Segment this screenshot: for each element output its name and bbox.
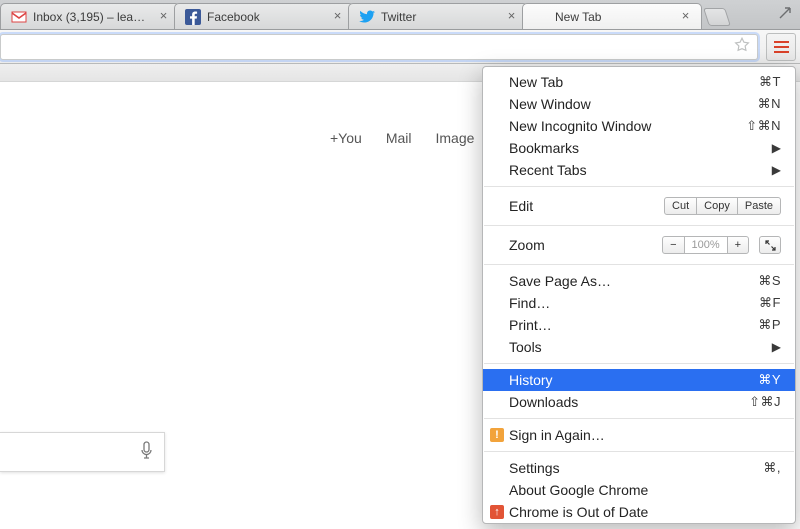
menu-tools[interactable]: Tools ▶ [483, 336, 795, 358]
menu-new-incognito[interactable]: New Incognito Window ⇧⌘N [483, 115, 795, 137]
blank-icon [533, 9, 549, 25]
tab-title: Twitter [381, 10, 498, 24]
microphone-icon[interactable] [139, 441, 154, 464]
menu-edit-row: Edit Cut Copy Paste [483, 192, 795, 220]
menu-downloads[interactable]: Downloads ⇧⌘J [483, 391, 795, 413]
close-icon[interactable]: × [504, 9, 519, 24]
update-icon: ↑ [489, 504, 505, 520]
new-tab-button[interactable] [703, 8, 731, 26]
close-icon[interactable]: × [330, 9, 345, 24]
menu-print[interactable]: Print… ⌘P [483, 314, 795, 336]
submenu-arrow-icon: ▶ [772, 163, 781, 177]
menu-bookmarks[interactable]: Bookmarks ▶ [483, 137, 795, 159]
submenu-arrow-icon: ▶ [772, 340, 781, 354]
chrome-menu-button[interactable] [766, 33, 796, 61]
nav-images[interactable]: Image [435, 130, 474, 146]
menu-separator [484, 451, 794, 452]
menu-find[interactable]: Find… ⌘F [483, 292, 795, 314]
menu-separator [484, 225, 794, 226]
google-search-box[interactable] [0, 432, 165, 472]
tab-facebook[interactable]: Facebook × [174, 3, 354, 29]
gmail-icon [11, 9, 27, 25]
toolbar [0, 30, 800, 64]
menu-history[interactable]: History ⌘Y [483, 369, 795, 391]
paste-button[interactable]: Paste [738, 197, 781, 215]
menu-save-as[interactable]: Save Page As… ⌘S [483, 270, 795, 292]
close-icon[interactable]: × [156, 9, 171, 24]
zoom-out-button[interactable]: − [662, 236, 684, 254]
tab-title: New Tab [555, 10, 672, 24]
cut-button[interactable]: Cut [664, 197, 697, 215]
menu-separator [484, 418, 794, 419]
facebook-icon [185, 9, 201, 25]
menu-separator [484, 264, 794, 265]
menu-recent-tabs[interactable]: Recent Tabs ▶ [483, 159, 795, 181]
menu-separator [484, 363, 794, 364]
warning-icon: ! [489, 427, 505, 443]
tab-title: Facebook [207, 10, 324, 24]
menu-zoom-row: Zoom − 100% + [483, 231, 795, 259]
nav-plus-you[interactable]: +You [330, 130, 362, 146]
tab-twitter[interactable]: Twitter × [348, 3, 528, 29]
menu-about[interactable]: About Google Chrome [483, 479, 795, 501]
zoom-value: 100% [685, 236, 727, 254]
menu-out-of-date[interactable]: ↑ Chrome is Out of Date [483, 501, 795, 523]
google-nav: +You Mail Image [330, 130, 474, 146]
maximize-icon[interactable] [774, 4, 796, 22]
tab-new[interactable]: New Tab × [522, 3, 702, 29]
menu-sign-in[interactable]: ! Sign in Again… [483, 424, 795, 446]
nav-mail[interactable]: Mail [386, 130, 412, 146]
menu-settings[interactable]: Settings ⌘, [483, 457, 795, 479]
chrome-menu: New Tab ⌘T New Window ⌘N New Incognito W… [482, 66, 796, 524]
twitter-icon [359, 9, 375, 25]
tab-title: Inbox (3,195) – lea… [33, 10, 150, 24]
close-icon[interactable]: × [678, 9, 693, 24]
edit-buttons: Cut Copy Paste [664, 197, 781, 215]
tab-gmail[interactable]: Inbox (3,195) – lea… × [0, 3, 180, 29]
submenu-arrow-icon: ▶ [772, 141, 781, 155]
tab-strip: Inbox (3,195) – lea… × Facebook × Twitte… [0, 0, 800, 30]
menu-separator [484, 186, 794, 187]
fullscreen-button[interactable] [759, 236, 781, 254]
bookmark-star-icon[interactable] [733, 36, 751, 57]
address-bar[interactable] [0, 34, 758, 60]
menu-new-window[interactable]: New Window ⌘N [483, 93, 795, 115]
zoom-in-button[interactable]: + [727, 236, 749, 254]
zoom-buttons: − 100% + [662, 236, 749, 254]
copy-button[interactable]: Copy [697, 197, 738, 215]
menu-new-tab[interactable]: New Tab ⌘T [483, 71, 795, 93]
